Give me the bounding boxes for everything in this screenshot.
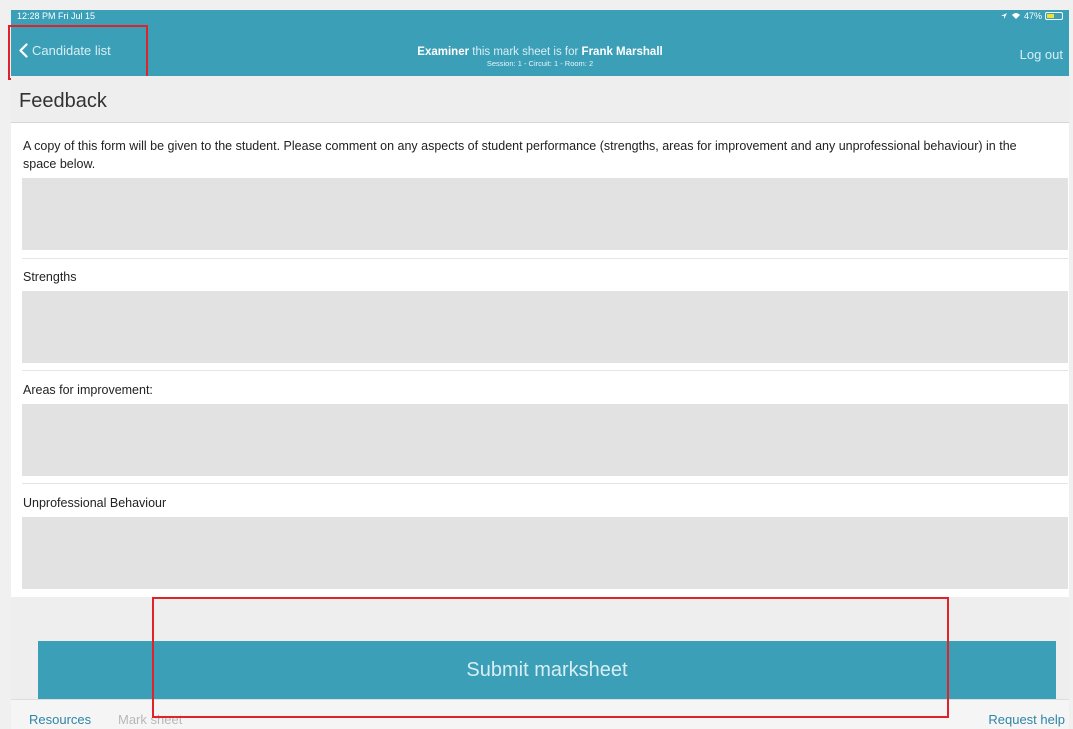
wifi-icon bbox=[1011, 13, 1020, 19]
logout-button[interactable]: Log out bbox=[1020, 47, 1063, 62]
general-feedback-field[interactable] bbox=[22, 178, 1068, 250]
page-title: Examiner this mark sheet is for Frank Ma… bbox=[11, 46, 1069, 59]
feedback-title: Feedback bbox=[19, 90, 107, 112]
title-candidate-name: Frank Marshall bbox=[581, 46, 663, 58]
status-bar: 12:28 PM Fri Jul 15 47% bbox=[11, 10, 1069, 22]
strengths-label: Strengths bbox=[23, 270, 77, 284]
feedback-instructions: A copy of this form will be given to the… bbox=[23, 139, 1017, 171]
title-role: Examiner bbox=[417, 46, 470, 58]
feedback-form: A copy of this form will be given to the… bbox=[11, 123, 1069, 597]
battery-charging-icon bbox=[1045, 12, 1063, 20]
divider bbox=[22, 370, 1068, 371]
nav-bar: Candidate list Examiner this mark sheet … bbox=[11, 22, 1069, 76]
feedback-section-header: Feedback bbox=[11, 76, 1069, 123]
session-info: Session: 1 - Circuit: 1 - Room: 2 bbox=[486, 59, 594, 68]
tab-mark-sheet[interactable]: Mark sheet bbox=[118, 712, 182, 727]
tab-resources[interactable]: Resources bbox=[29, 712, 91, 727]
status-time: 12:28 PM Fri Jul 15 bbox=[17, 11, 96, 21]
unprofessional-label: Unprofessional Behaviour bbox=[23, 496, 167, 510]
bottom-tab-bar: Resources Mark sheet Request help bbox=[11, 699, 1069, 729]
improvement-label: Areas for improvement: bbox=[23, 383, 153, 397]
request-help-link[interactable]: Request help bbox=[988, 712, 1065, 727]
battery-percent: 47% bbox=[1023, 11, 1042, 21]
status-indicators: 47% bbox=[1000, 10, 1063, 22]
divider bbox=[22, 258, 1068, 259]
unprofessional-field[interactable] bbox=[22, 517, 1068, 589]
strengths-field[interactable] bbox=[22, 291, 1068, 363]
divider bbox=[22, 483, 1068, 484]
location-icon bbox=[1000, 13, 1007, 19]
improvement-field[interactable] bbox=[22, 404, 1068, 476]
submit-marksheet-button[interactable]: Submit marksheet bbox=[38, 641, 1056, 699]
title-middle: this mark sheet is for bbox=[469, 46, 582, 58]
